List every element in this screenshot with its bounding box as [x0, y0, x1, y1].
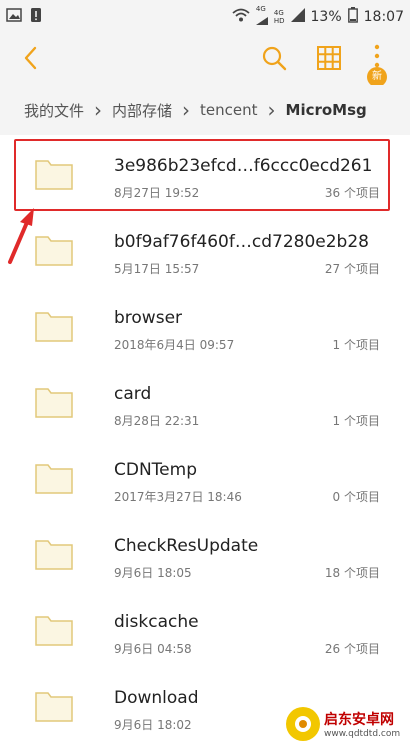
folder-date: 5月17日 15:57: [114, 262, 200, 276]
chevron-right-icon: ›: [267, 98, 276, 122]
grid-icon: [317, 46, 341, 70]
breadcrumb-item-tencent[interactable]: tencent: [196, 101, 261, 119]
network-type-label: 4G: [255, 5, 266, 13]
signal-icon-2: [290, 8, 305, 26]
breadcrumb-item-internal-storage[interactable]: 内部存储: [108, 100, 176, 121]
folder-item-count: 18 个项目: [324, 566, 380, 580]
folder-date: 9月6日 18:05: [114, 566, 192, 580]
signal-icon-1: [255, 13, 268, 29]
breadcrumb: 我的文件 › 内部存储 › tencent › MicroMsg: [0, 85, 410, 135]
battery-icon: [347, 7, 358, 27]
folder-name: browser: [114, 308, 183, 328]
folder-icon: [35, 464, 73, 494]
search-button[interactable]: [258, 42, 290, 74]
clock: 18:07: [363, 9, 404, 25]
folder-list: 3e986b23efcd…f6ccc0ecd261 8月27日 19:52 36…: [0, 138, 410, 746]
folder-item-count: 1 个项目: [332, 338, 380, 352]
folder-date: 2018年6月4日 09:57: [114, 338, 235, 352]
folder-name: b0f9af76f460f…cd7280e2b28: [114, 232, 369, 252]
folder-icon: [35, 312, 73, 342]
back-button[interactable]: [16, 42, 48, 74]
folder-name: CheckResUpdate: [114, 536, 259, 556]
folder-item-count: 26 个项目: [324, 642, 380, 656]
network-sub-label-2: HD: [273, 17, 285, 25]
battery-percent: 13%: [310, 9, 342, 25]
folder-name: Download: [114, 688, 199, 708]
chevron-right-icon: ›: [94, 98, 103, 122]
folder-date: 2017年3月27日 18:46: [114, 490, 242, 504]
watermark: 启东安卓网 www.qdtdtd.com: [286, 703, 410, 745]
status-bar: 4G 4G HD 13% 18:07: [0, 0, 410, 30]
search-icon: [262, 46, 287, 71]
folder-item-count: 1 个项目: [332, 414, 380, 428]
folder-date: 8月28日 22:31: [114, 414, 200, 428]
new-badge: 新: [367, 67, 387, 87]
breadcrumb-item-micromsg[interactable]: MicroMsg: [282, 101, 371, 119]
folder-icon: [35, 692, 73, 722]
folder-name: diskcache: [114, 612, 199, 632]
folder-date: 9月6日 18:02: [114, 718, 192, 732]
list-item[interactable]: diskcache 9月6日 04:58 26 个项目: [0, 594, 410, 670]
folder-icon: [35, 616, 73, 646]
folder-item-count: 27 个项目: [324, 262, 380, 276]
alert-notification-icon: [30, 7, 42, 27]
chevron-left-icon: [24, 46, 37, 70]
folder-item-count: 0 个项目: [332, 490, 380, 504]
app-bar: 新: [0, 30, 410, 87]
list-item[interactable]: card 8月28日 22:31 1 个项目: [0, 366, 410, 442]
folder-date: 9月6日 04:58: [114, 642, 192, 656]
gallery-notification-icon: [6, 7, 22, 27]
wifi-icon: [232, 8, 250, 26]
folder-icon: [35, 388, 73, 418]
folder-name: card: [114, 384, 152, 404]
list-item[interactable]: browser 2018年6月4日 09:57 1 个项目: [0, 290, 410, 366]
list-item[interactable]: b0f9af76f460f…cd7280e2b28 5月17日 15:57 27…: [0, 214, 410, 290]
watermark-title: 启东安卓网: [324, 712, 394, 728]
network-sub-label-1: 4G: [273, 9, 284, 17]
watermark-url: www.qdtdtd.com: [324, 729, 401, 739]
grid-view-button[interactable]: [313, 42, 345, 74]
chevron-right-icon: ›: [182, 98, 191, 122]
list-item[interactable]: CDNTemp 2017年3月27日 18:46 0 个项目: [0, 442, 410, 518]
breadcrumb-item-my-files[interactable]: 我的文件: [0, 100, 88, 121]
watermark-logo-icon: [286, 707, 320, 741]
folder-name: CDNTemp: [114, 460, 197, 480]
arrow-annotation-icon: [8, 208, 34, 264]
list-item[interactable]: CheckResUpdate 9月6日 18:05 18 个项目: [0, 518, 410, 594]
folder-icon: [35, 540, 73, 570]
highlight-box: [14, 139, 390, 211]
